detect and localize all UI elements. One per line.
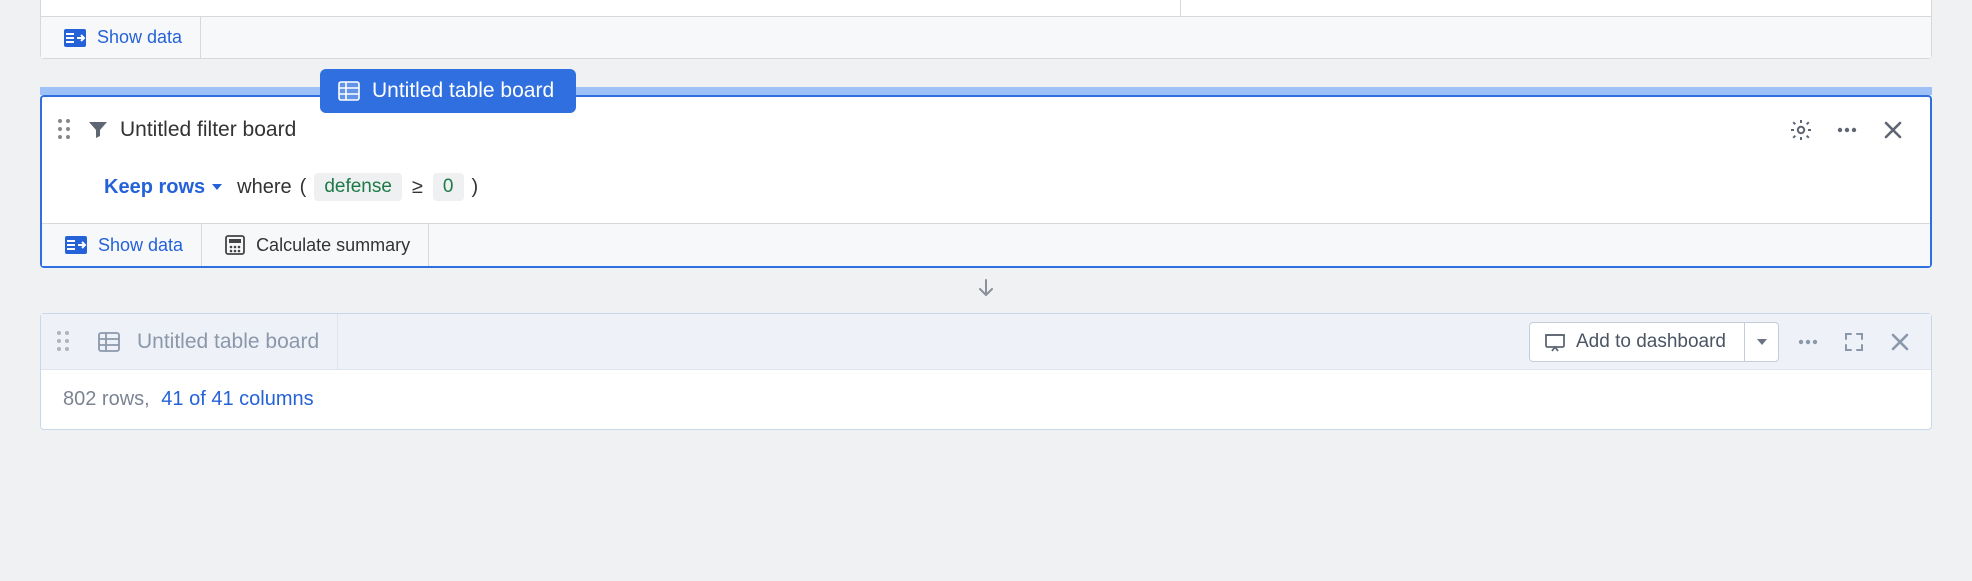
more-icon — [1835, 118, 1859, 142]
presentation-icon — [1544, 332, 1566, 352]
row-count-label: 802 rows, — [63, 388, 150, 410]
previous-board-body — [41, 0, 1931, 16]
show-data-label: Show data — [97, 27, 182, 48]
drag-handle-icon[interactable] — [58, 119, 72, 141]
result-table-card: Untitled table board Add to dashboard — [40, 313, 1932, 430]
filter-column-token[interactable]: defense — [314, 173, 402, 201]
result-table-header: Untitled table board Add to dashboard — [41, 314, 1931, 370]
show-data-icon — [63, 28, 87, 48]
caret-down-icon — [1756, 337, 1768, 347]
filter-operator[interactable]: ≥ — [410, 176, 425, 199]
filter-expression: Keep rows where ( defense ≥ 0 ) — [42, 155, 1930, 223]
close-button[interactable] — [1883, 325, 1917, 359]
calculate-summary-button[interactable]: Calculate summary — [202, 224, 429, 266]
board-group-separator: Untitled table board — [40, 87, 1932, 95]
show-data-icon — [64, 235, 88, 255]
previous-board-action-row: Show data — [41, 16, 1931, 58]
where-label: where — [237, 176, 291, 199]
action-row-spacer — [201, 17, 1931, 58]
more-options-button[interactable] — [1830, 113, 1864, 147]
more-icon — [1796, 330, 1820, 354]
previous-board-card: Show data — [40, 0, 1932, 59]
show-data-label: Show data — [98, 235, 183, 256]
result-meta: 802 rows, 41 of 41 columns — [41, 370, 1931, 429]
calculator-icon — [224, 234, 246, 256]
close-icon — [1882, 119, 1904, 141]
close-paren: ) — [472, 176, 479, 199]
calculate-summary-label: Calculate summary — [256, 235, 410, 256]
add-to-dashboard-dropdown[interactable] — [1744, 323, 1778, 361]
filter-board-card: Untitled filter board Keep rows — [40, 95, 1932, 268]
table-icon — [97, 331, 121, 353]
caret-down-icon — [211, 182, 223, 192]
column-count-link[interactable]: 41 of 41 columns — [161, 388, 313, 410]
keep-rows-label: Keep rows — [104, 176, 205, 199]
table-board-tab[interactable]: Untitled table board — [320, 69, 576, 113]
filter-icon — [86, 118, 110, 142]
filter-board-action-row: Show data Calculate summary — [42, 223, 1930, 266]
table-icon — [338, 81, 360, 101]
add-to-dashboard-button[interactable]: Add to dashboard — [1530, 323, 1744, 361]
expand-icon — [1843, 331, 1865, 353]
action-row-spacer — [429, 224, 1930, 266]
filter-board-title: Untitled filter board — [120, 118, 296, 142]
show-data-button[interactable]: Show data — [42, 224, 202, 266]
more-options-button[interactable] — [1791, 325, 1825, 359]
keep-rows-dropdown[interactable]: Keep rows — [104, 176, 223, 199]
arrow-down-icon — [976, 278, 996, 300]
add-to-dashboard-group: Add to dashboard — [1529, 322, 1779, 362]
filter-value-token[interactable]: 0 — [433, 173, 464, 201]
close-icon — [1889, 331, 1911, 353]
expand-button[interactable] — [1837, 325, 1871, 359]
drag-handle-icon[interactable] — [57, 331, 71, 353]
table-board-tab-label: Untitled table board — [372, 79, 554, 103]
show-data-button[interactable]: Show data — [41, 17, 201, 58]
close-button[interactable] — [1876, 113, 1910, 147]
add-to-dashboard-label: Add to dashboard — [1576, 331, 1726, 353]
flow-arrow — [40, 268, 1932, 313]
gear-icon — [1789, 118, 1813, 142]
open-paren: ( — [300, 176, 307, 199]
settings-button[interactable] — [1784, 113, 1818, 147]
result-table-title: Untitled table board — [137, 330, 319, 354]
